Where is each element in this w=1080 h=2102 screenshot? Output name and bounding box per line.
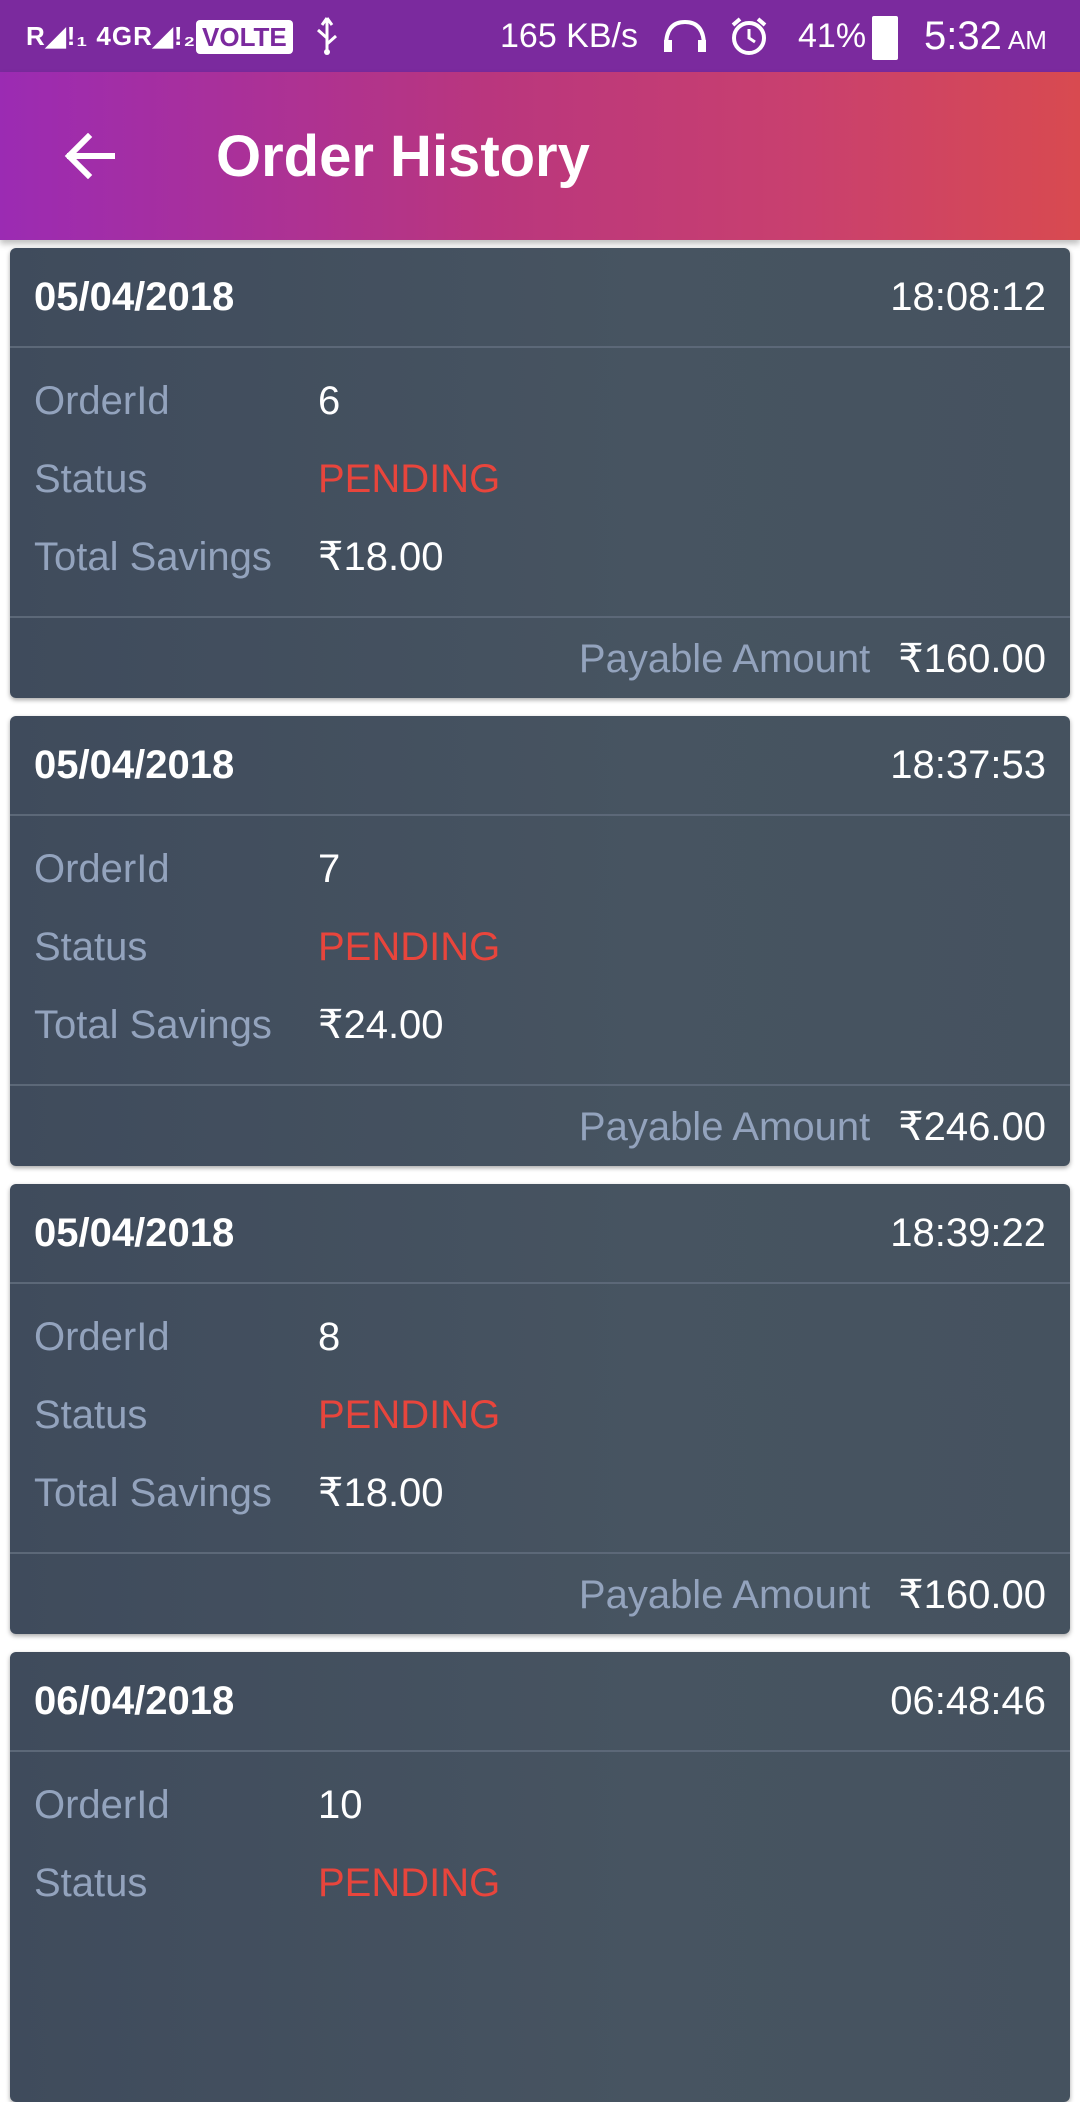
order-card-footer: Payable Amount ₹160.00 (10, 1552, 1070, 1634)
savings-label: Total Savings (34, 534, 272, 579)
order-id-value: 10 (318, 1782, 363, 1827)
savings-value: ₹18.00 (318, 535, 444, 579)
order-id-label: OrderId (34, 1782, 170, 1827)
clock-ampm: AM (1007, 24, 1047, 55)
signal-indicator: R◢!₁ 4GR◢!₂ (26, 20, 197, 51)
order-time: 18:39:22 (890, 1210, 1046, 1255)
status-row: Status PENDING (34, 912, 500, 982)
order-date: 05/04/2018 (34, 742, 235, 787)
usb-icon (312, 0, 342, 72)
clock-time: 5:32 (924, 13, 1002, 58)
savings-value: ₹24.00 (318, 1003, 444, 1047)
order-time: 18:08:12 (890, 274, 1046, 319)
order-date: 05/04/2018 (34, 1210, 235, 1255)
savings-row: Total Savings ₹18.00 (34, 522, 444, 592)
order-id-value: 8 (318, 1314, 341, 1359)
arrow-left-icon (64, 133, 115, 179)
order-id-value: 6 (318, 378, 341, 423)
order-id-label: OrderId (34, 846, 170, 891)
app-bar: Order History (0, 72, 1080, 240)
back-button[interactable] (50, 116, 130, 196)
order-id-row: OrderId 6 (34, 366, 340, 436)
order-card-header: 05/04/2018 18:08:12 (10, 248, 1070, 348)
order-card-header: 06/04/2018 06:48:46 (10, 1652, 1070, 1752)
status-label: Status (34, 1860, 148, 1905)
status-label: Status (34, 456, 148, 501)
status-value: PENDING (318, 924, 501, 969)
status-label: Status (34, 1392, 148, 1437)
order-card-header: 05/04/2018 18:39:22 (10, 1184, 1070, 1284)
clock: 5:32 AM (924, 0, 1047, 72)
savings-value: ₹18.00 (318, 1471, 444, 1515)
battery-icon (872, 16, 898, 60)
order-id-label: OrderId (34, 1314, 170, 1359)
battery-percentage: 41% (798, 16, 867, 55)
order-time: 06:48:46 (890, 1678, 1046, 1723)
order-card-footer: Payable Amount ₹246.00 (10, 1084, 1070, 1166)
status-value: PENDING (318, 456, 501, 501)
savings-label: Total Savings (34, 1470, 272, 1515)
payable-value: ₹246.00 (898, 1105, 1046, 1149)
order-card-footer: Payable Amount ₹160.00 (10, 616, 1070, 698)
alarm-icon (728, 0, 770, 72)
order-id-value: 7 (318, 846, 341, 891)
savings-row: Total Savings ₹24.00 (34, 990, 444, 1060)
order-card[interactable]: 05/04/2018 18:39:22 OrderId 8 Status PEN… (10, 1184, 1070, 1634)
order-card[interactable]: 05/04/2018 18:08:12 OrderId 6 Status PEN… (10, 248, 1070, 698)
order-id-row: OrderId 10 (34, 1770, 363, 1840)
savings-label: Total Savings (34, 1002, 272, 1047)
status-value: PENDING (318, 1860, 501, 1905)
page-title: Order History (216, 123, 590, 189)
order-card-header: 05/04/2018 18:37:53 (10, 716, 1070, 816)
status-value: PENDING (318, 1392, 501, 1437)
status-bar: R◢!₁ 4GR◢!₂ VOLTE 165 KB/s 41% 5:32 AM (0, 0, 1080, 72)
order-date: 05/04/2018 (34, 274, 235, 319)
status-label: Status (34, 924, 148, 969)
network-speed: 165 KB/s (500, 16, 638, 55)
savings-row: Total Savings ₹18.00 (34, 1458, 444, 1528)
order-id-row: OrderId 7 (34, 834, 340, 904)
payable-label: Payable Amount (578, 636, 871, 681)
order-id-label: OrderId (34, 378, 170, 423)
order-time: 18:37:53 (890, 742, 1046, 787)
payable-value: ₹160.00 (898, 1573, 1046, 1617)
hifi-headset-icon (660, 0, 710, 72)
status-row: Status PENDING (34, 444, 500, 514)
order-card[interactable]: 06/04/2018 06:48:46 OrderId 10 Status PE… (10, 1652, 1070, 2102)
order-date: 06/04/2018 (34, 1678, 235, 1723)
volte-badge: VOLTE (196, 20, 293, 54)
payable-label: Payable Amount (578, 1104, 871, 1149)
order-id-row: OrderId 8 (34, 1302, 340, 1372)
payable-value: ₹160.00 (898, 637, 1046, 681)
status-row: Status PENDING (34, 1848, 500, 1918)
payable-label: Payable Amount (578, 1572, 871, 1617)
status-row: Status PENDING (34, 1380, 500, 1450)
order-card[interactable]: 05/04/2018 18:37:53 OrderId 7 Status PEN… (10, 716, 1070, 1166)
